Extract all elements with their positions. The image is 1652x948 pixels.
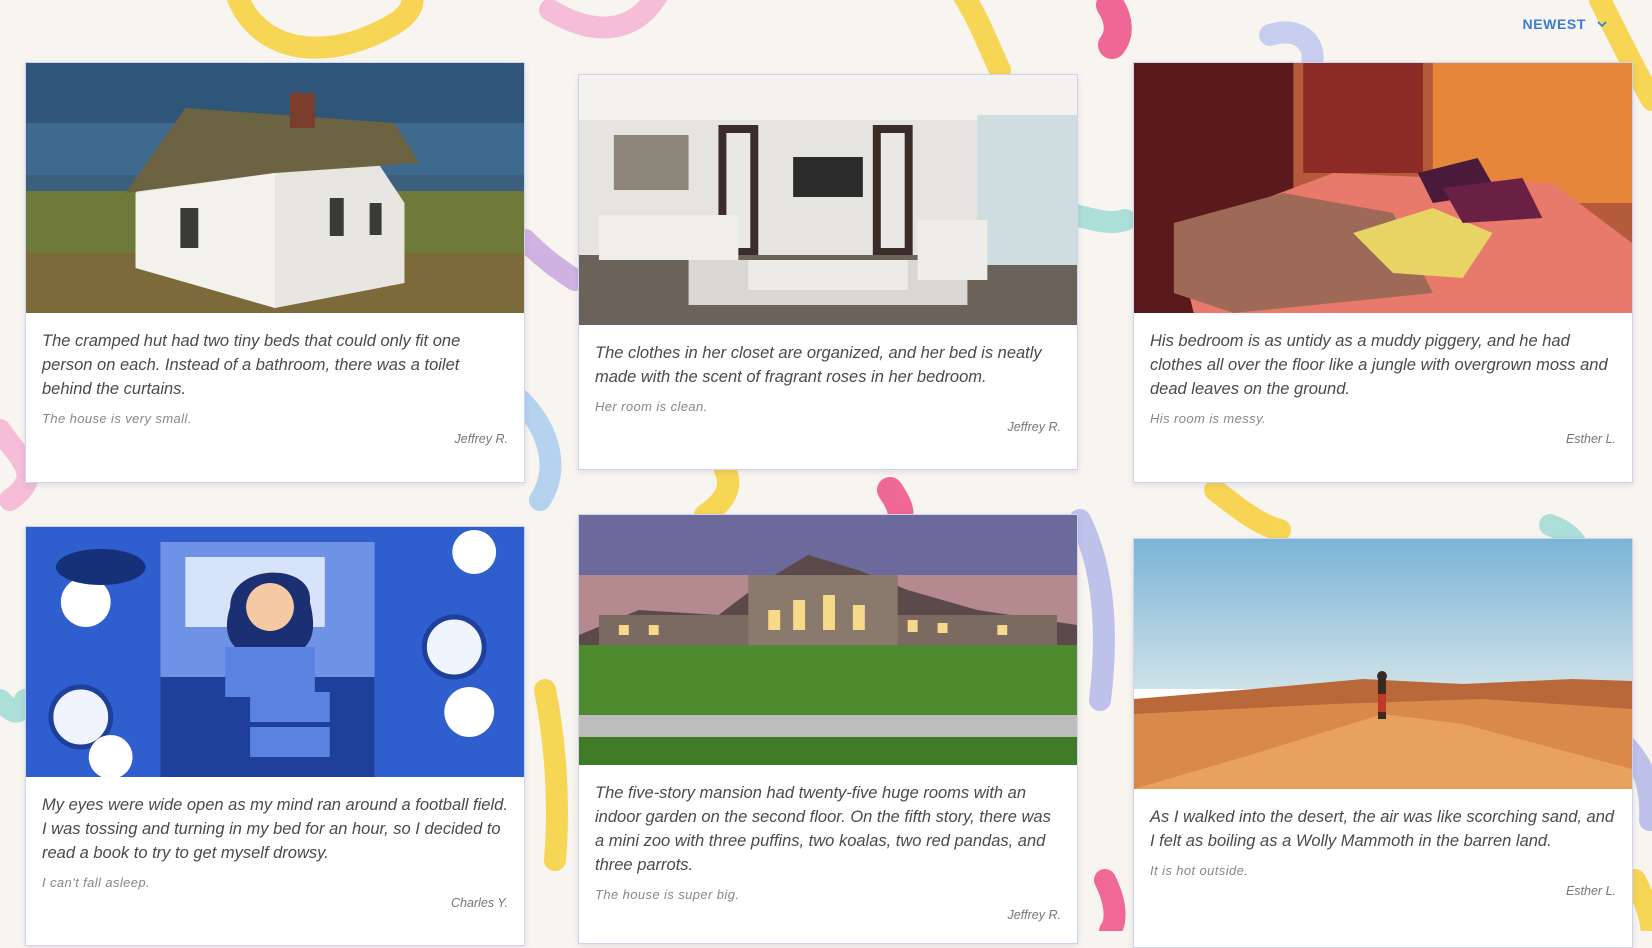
story-text: The cramped hut had two tiny beds that c… [42,332,461,398]
story-summary: The house is super big. [595,887,740,902]
sleepless-woman-illustration [26,527,524,777]
story-text: His bedroom is as untidy as a muddy pigg… [1150,332,1608,398]
modern-living-room-photo [579,75,1077,325]
sort-dropdown[interactable]: NEWEST [1523,16,1609,32]
story-summary: I can't fall asleep. [42,875,151,890]
story-author: Esther L. [1565,884,1616,898]
story-card[interactable]: As I walked into the desert, the air was… [1133,538,1633,948]
story-summary: It is hot outside. [1150,863,1249,878]
desert-walker-photo [1134,539,1632,789]
story-author: Jeffrey R. [1007,908,1062,922]
story-text: As I walked into the desert, the air was… [1150,808,1615,850]
chevron-down-icon [1597,21,1607,28]
story-text: My eyes were wide open as my mind ran ar… [42,796,508,862]
story-summary: His room is messy. [1150,411,1267,426]
story-card[interactable]: The cramped hut had two tiny beds that c… [25,62,525,483]
story-card[interactable]: The clothes in her closet are organized,… [578,74,1078,470]
sort-label: NEWEST [1522,16,1586,32]
story-author: Jeffrey R. [454,432,509,446]
mansion-at-dusk-photo [579,515,1077,765]
story-card[interactable]: The five-story mansion had twenty-five h… [578,514,1078,944]
story-text: The five-story mansion had twenty-five h… [595,784,1051,874]
story-summary: Her room is clean. [595,399,708,414]
story-author: Esther L. [1565,432,1616,446]
story-text: The clothes in her closet are organized,… [595,344,1042,386]
story-card[interactable]: My eyes were wide open as my mind ran ar… [25,526,525,946]
story-card[interactable]: His bedroom is as untidy as a muddy pigg… [1133,62,1633,483]
story-author: Charles Y. [451,896,508,910]
messy-bedroom-photo [1134,63,1632,313]
story-author: Jeffrey R. [1007,420,1062,434]
white-wooden-hut-photo [26,63,524,313]
story-summary: The house is very small. [42,411,192,426]
